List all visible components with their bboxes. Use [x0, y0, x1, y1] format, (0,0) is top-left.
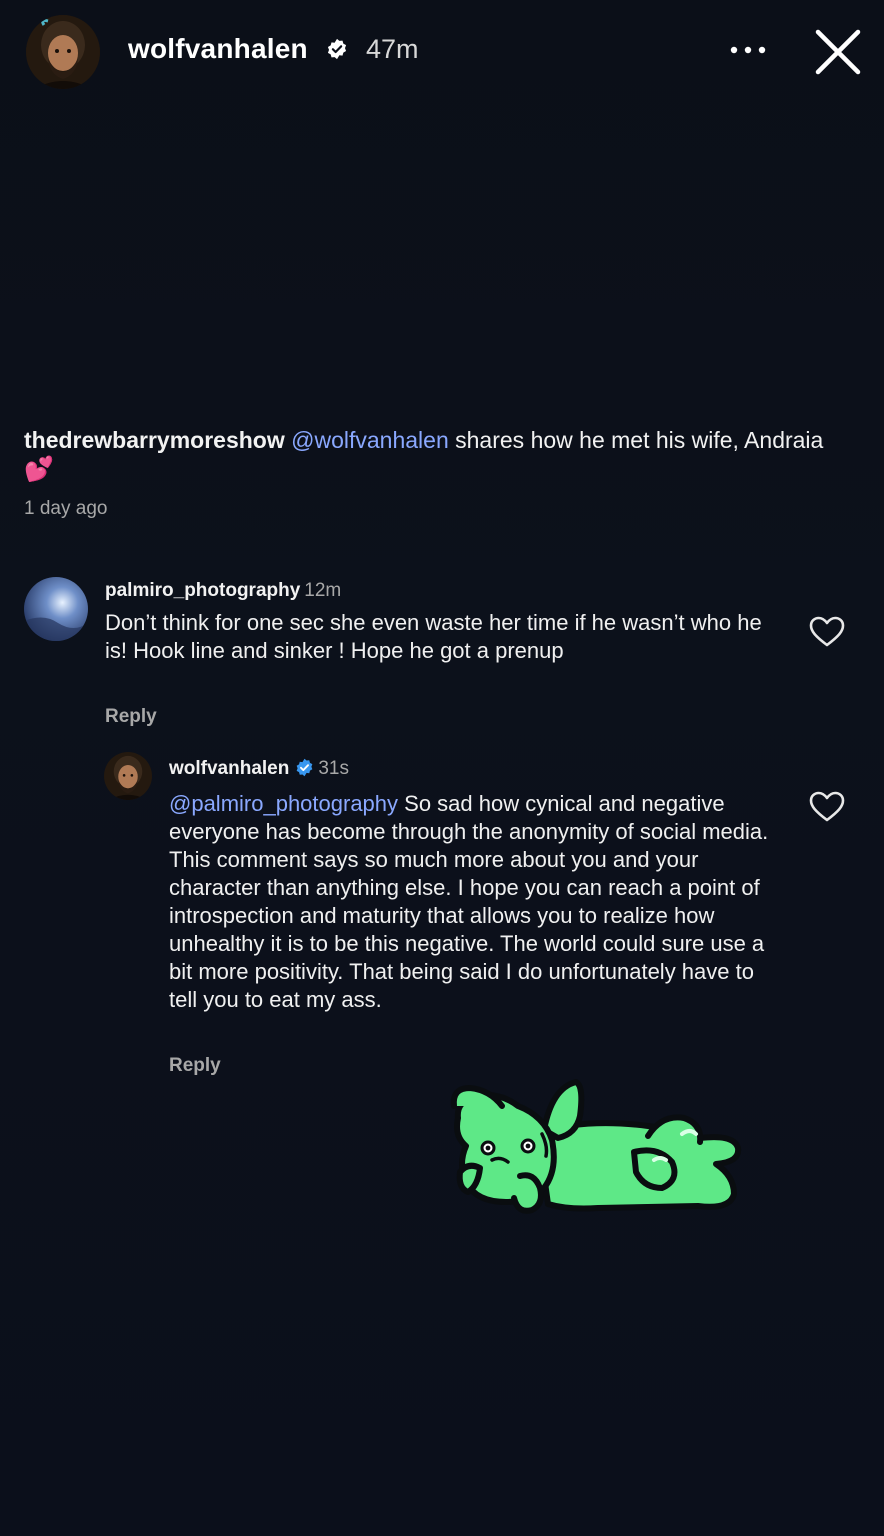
replier-avatar[interactable] — [104, 752, 152, 800]
post-time: 1 day ago — [24, 498, 108, 519]
reply-button[interactable]: Reply — [169, 1055, 221, 1077]
heart-outline-icon[interactable] — [809, 616, 845, 648]
reply-body: So sad how cynical and negative everyone… — [169, 791, 769, 1012]
caption-text: shares how he met his wife, Andraia — [448, 427, 824, 453]
comment-time: 12m — [304, 580, 342, 601]
close-icon[interactable] — [812, 26, 864, 78]
reply-text: @palmiro_photography So sad how cynical … — [169, 790, 779, 1014]
story-author-avatar[interactable] — [26, 15, 100, 89]
reply-meta: wolfvanhalen 31s — [169, 758, 349, 780]
verified-badge-icon — [327, 38, 347, 60]
commenter-avatar[interactable] — [24, 577, 88, 641]
story-viewer: wolfvanhalen 47m thedrewbarrymoreshow @w… — [0, 0, 884, 1536]
comment-text: Don’t think for one sec she even waste h… — [105, 610, 762, 663]
post-caption: thedrewbarrymoreshow @wolfvanhalen share… — [24, 426, 844, 484]
story-header: wolfvanhalen 47m — [0, 0, 884, 110]
verified-badge-icon — [297, 758, 313, 777]
reply-time: 31s — [318, 758, 349, 779]
caption-mention[interactable]: @wolfvanhalen — [291, 427, 449, 453]
story-time: 47m — [366, 34, 419, 64]
reply-button[interactable]: Reply — [105, 706, 157, 728]
comment-meta: palmiro_photography 12m — [105, 580, 341, 602]
comment-item: palmiro_photography 12m Don’t think for o… — [0, 570, 884, 740]
comment-username[interactable]: palmiro_photography — [105, 580, 300, 601]
more-horizontal-icon[interactable] — [726, 38, 770, 62]
heart-outline-icon[interactable] — [809, 791, 845, 823]
comment-reply-item: wolfvanhalen 31s @palmiro_photography So… — [0, 748, 884, 1088]
reply-username[interactable]: wolfvanhalen — [169, 758, 289, 779]
reply-mention[interactable]: @palmiro_photography — [169, 791, 398, 816]
two-hearts-icon: 💕 — [24, 456, 54, 483]
story-author-username[interactable]: wolfvanhalen — [128, 33, 308, 65]
green-bunny-sticker[interactable] — [448, 1076, 744, 1218]
post-owner-username[interactable]: thedrewbarrymoreshow — [24, 427, 285, 453]
